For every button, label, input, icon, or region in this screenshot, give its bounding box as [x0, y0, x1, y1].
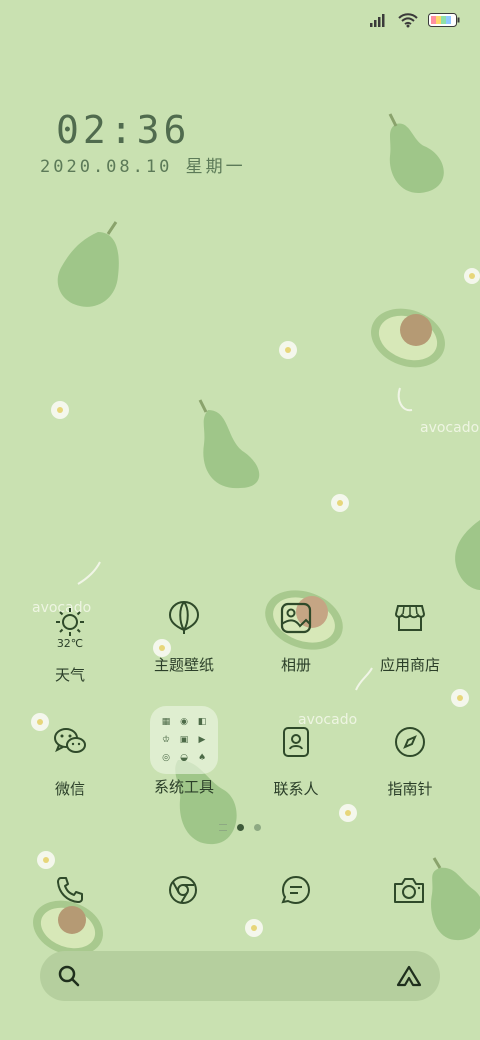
dock-phone[interactable] [40, 868, 100, 912]
weather-temp: 32℃ [56, 636, 84, 650]
messages-icon [281, 875, 311, 905]
status-bar [370, 8, 460, 32]
app-compass[interactable]: 指南针 [360, 712, 460, 799]
camera-icon [394, 878, 424, 903]
wifi-icon [398, 13, 418, 28]
contacts-icon [266, 712, 326, 772]
app-label: 相册 [280, 656, 311, 674]
page-dot [254, 824, 261, 831]
app-label: 微信 [54, 780, 85, 798]
weather-widget-icon: 32℃ [40, 598, 100, 658]
menu-lines-icon [219, 824, 227, 831]
app-label: 指南针 [387, 780, 433, 798]
app-weather[interactable]: 32℃ 天气 [20, 598, 120, 685]
browser-icon [169, 876, 197, 904]
app-label: 天气 [54, 666, 85, 684]
dock-camera[interactable] [379, 868, 439, 912]
dock-browser[interactable] [153, 868, 213, 912]
app-theme[interactable]: 主题壁纸 [134, 588, 234, 675]
app-wechat[interactable]: 微信 [20, 712, 120, 799]
gallery-icon [266, 588, 326, 648]
signal-icon [370, 14, 385, 27]
phone-icon [57, 877, 83, 903]
sun-icon [56, 607, 84, 636]
app-contacts[interactable]: 联系人 [246, 712, 346, 799]
app-label: 应用商店 [379, 656, 440, 674]
app-store[interactable]: 应用商店 [360, 588, 460, 675]
pear-decoration [57, 123, 480, 941]
wechat-icon [40, 712, 100, 772]
store-icon [380, 588, 440, 648]
compass-icon [380, 712, 440, 772]
page-indicator[interactable] [0, 824, 480, 831]
app-gallery[interactable]: 相册 [246, 588, 346, 675]
page-dot-active [237, 824, 244, 831]
balloon-icon [154, 588, 214, 648]
search-bar[interactable] [40, 951, 440, 1001]
search-icon [58, 965, 80, 987]
clock-date: 2020.08.10 星期一 [40, 157, 246, 177]
app-label: 系统工具 [153, 778, 214, 796]
app-system-tools-folder[interactable]: ▦ ◉ ◧ ♔ ▣ ▶ ◎ ◒ ♠ 系统工具 [134, 706, 234, 797]
app-label: 主题壁纸 [153, 656, 214, 674]
dock-messages[interactable] [266, 868, 326, 912]
assistant-icon[interactable] [396, 965, 422, 987]
app-label: 联系人 [273, 780, 319, 798]
wallpaper-word-1: avocado [420, 420, 479, 436]
folder-icon: ▦ ◉ ◧ ♔ ▣ ▶ ◎ ◒ ♠ [150, 706, 218, 774]
battery-icon [428, 13, 460, 27]
clock-time[interactable]: 02:36 [56, 108, 190, 152]
